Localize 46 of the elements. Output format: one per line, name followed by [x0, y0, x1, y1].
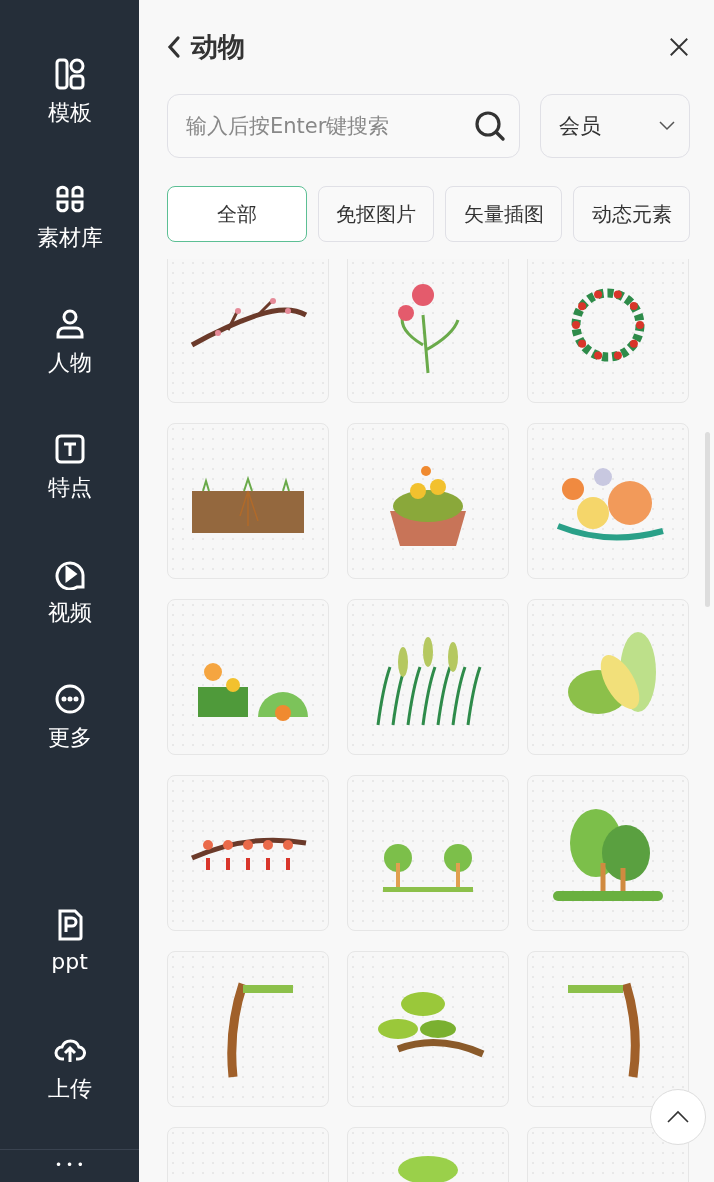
more-icon: [53, 683, 86, 715]
text-icon: [53, 433, 86, 465]
sidebar-label: ppt: [51, 949, 88, 974]
sidebar-label: 特点: [47, 474, 92, 502]
image-tile[interactable]: [527, 599, 689, 755]
sidebar-label: 人物: [47, 349, 92, 377]
sidebar-label: 更多: [47, 724, 92, 752]
filter-tab[interactable]: 全部: [167, 186, 307, 242]
search-field[interactable]: 输入后按Enter键搜索: [167, 94, 520, 158]
bush-drawing: [398, 1156, 458, 1182]
image-tile[interactable]: [167, 259, 329, 403]
member-dropdown[interactable]: 会员: [540, 94, 690, 158]
sidebar-item[interactable]: 视频: [47, 558, 92, 683]
filter-tab[interactable]: 免抠图片: [317, 186, 435, 242]
image-tile[interactable]: [527, 951, 689, 1107]
search-icon[interactable]: [474, 110, 506, 142]
layout-icon: [53, 58, 86, 90]
image-tile[interactable]: [527, 775, 689, 931]
image-tile[interactable]: [167, 599, 329, 755]
sidebar-label: 模板: [47, 99, 92, 127]
image-tile[interactable]: [527, 259, 689, 403]
filter-tab[interactable]: 矢量插图: [445, 186, 563, 242]
image-tile[interactable]: [527, 423, 689, 579]
image-tile[interactable]: [167, 775, 329, 931]
chevron-down-icon: [659, 121, 675, 131]
chevron-up-icon: [666, 1110, 690, 1124]
image-tile[interactable]: [347, 599, 509, 755]
panel-title: 动物: [191, 30, 246, 64]
sidebar-item[interactable]: 更多: [47, 683, 92, 808]
sidebar-item[interactable]: 素材库: [36, 183, 103, 308]
image-tile[interactable]: [167, 423, 329, 579]
sidebar-item[interactable]: ppt: [51, 909, 88, 1034]
sidebar-label: 素材库: [36, 224, 103, 252]
sidebar-item[interactable]: 人物: [47, 308, 92, 433]
image-tile[interactable]: [347, 951, 509, 1107]
image-tile[interactable]: [347, 423, 509, 579]
sidebar-item[interactable]: 特点: [47, 433, 92, 558]
sidebar-item[interactable]: 模板: [47, 58, 92, 183]
filter-tab[interactable]: 动态元素: [573, 186, 690, 242]
sidebar-label: 上传: [47, 1075, 92, 1103]
close-icon[interactable]: [668, 36, 690, 58]
sidebar-label: 视频: [47, 599, 92, 627]
back-icon[interactable]: [167, 35, 181, 59]
image-tile[interactable]: [347, 259, 509, 403]
image-tile[interactable]: [167, 951, 329, 1107]
image-tile[interactable]: [347, 775, 509, 931]
